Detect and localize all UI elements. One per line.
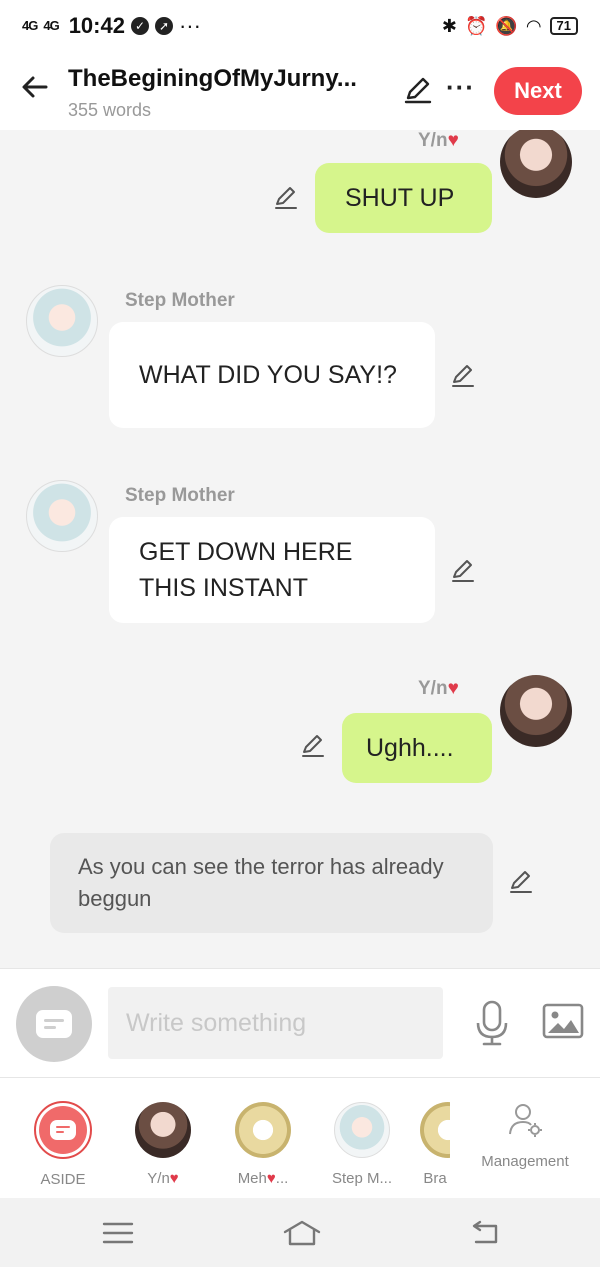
aside-avatar — [34, 1101, 92, 1159]
menu-icon[interactable] — [100, 1218, 136, 1248]
pencil-icon[interactable] — [449, 557, 477, 585]
character-label: Meh♥... — [237, 1170, 289, 1187]
pencil-icon[interactable] — [449, 362, 477, 390]
heart-icon: ♥ — [266, 1170, 276, 1187]
message-bubble[interactable]: Ughh.... — [342, 713, 492, 783]
system-nav-bar — [0, 1198, 600, 1267]
pencil-icon[interactable] — [272, 184, 300, 212]
pencil-icon[interactable] — [299, 732, 327, 760]
character-aside[interactable]: ASIDE — [23, 1098, 103, 1188]
management-button[interactable]: Management — [470, 1100, 580, 1170]
avatar[interactable] — [500, 675, 572, 747]
character-label: Step M... — [331, 1170, 393, 1187]
avatar — [334, 1102, 390, 1158]
check-icon: ✓ — [130, 17, 149, 35]
next-button[interactable]: Next — [494, 67, 582, 115]
pencil-icon[interactable] — [507, 868, 535, 896]
message-bubble[interactable]: WHAT DID YOU SAY!? — [109, 322, 435, 428]
word-count: 355 words — [68, 100, 152, 120]
management-label: Management — [481, 1153, 569, 1170]
avatar[interactable] — [500, 130, 572, 198]
arrow-left-icon[interactable] — [20, 72, 50, 110]
heart-icon: ♥ — [169, 1170, 179, 1187]
image-icon[interactable] — [542, 1003, 584, 1039]
aside-toggle-button[interactable] — [16, 986, 92, 1062]
pencil-icon[interactable] — [402, 74, 434, 106]
clock-time: 10:42 — [68, 13, 125, 38]
home-icon[interactable] — [282, 1218, 321, 1248]
heart-icon: ♥ — [447, 130, 459, 151]
signal-icon: 4G — [22, 18, 38, 33]
compose-bar — [0, 968, 600, 1078]
signal-icon: 4G — [43, 18, 59, 33]
character-bra[interactable]: Bra — [420, 1098, 450, 1187]
status-bar: 4G 4G 10:42 ✓ ➚ ··· ✱ ⏰ 🔕 ◠ 71 — [0, 0, 600, 52]
character-yn[interactable]: Y/n♥ — [123, 1098, 203, 1187]
avatar — [235, 1102, 291, 1158]
character-step-mother[interactable]: Step M... — [322, 1098, 402, 1187]
character-bar: ASIDE Y/n♥ Meh♥... Step M... Bra Managem… — [0, 1078, 600, 1198]
avatar — [420, 1102, 450, 1158]
message-bubble[interactable]: GET DOWN HERE THIS INSTANT — [109, 517, 435, 623]
speaker-name: Step Mother — [125, 485, 235, 506]
bluetooth-icon: ✱ — [441, 15, 457, 36]
heart-icon: ♥ — [447, 678, 459, 699]
message-icon — [50, 1120, 76, 1140]
message-bubble[interactable]: SHUT UP — [315, 163, 492, 233]
more-notifications-icon: ··· — [178, 13, 201, 38]
header: TheBeginingOfMyJurny... 355 words ··· Ne… — [0, 52, 600, 130]
avatar[interactable] — [26, 285, 98, 357]
microphone-icon[interactable] — [472, 999, 512, 1047]
chat-area[interactable]: Y/n♥ SHUT UP Step Mother WHAT DID YOU SA… — [0, 130, 600, 968]
character-label: Bra — [423, 1170, 447, 1187]
write-input[interactable] — [108, 987, 443, 1059]
battery-icon: 71 — [549, 17, 578, 35]
alarm-icon: ⏰ — [464, 15, 488, 36]
message-icon — [36, 1010, 72, 1038]
back-icon[interactable] — [466, 1218, 502, 1248]
speaker-name: Y/n♥ — [418, 678, 459, 699]
speaker-name: Y/n♥ — [418, 130, 459, 151]
story-title: TheBeginingOfMyJurny... — [68, 65, 357, 92]
character-label: ASIDE — [40, 1171, 86, 1188]
wifi-icon: ◠ — [525, 15, 542, 36]
aside-bubble[interactable]: As you can see the terror has already be… — [50, 833, 493, 933]
avatar[interactable] — [26, 480, 98, 552]
character-meh[interactable]: Meh♥... — [223, 1098, 303, 1187]
more-options-button[interactable]: ··· — [446, 72, 475, 103]
user-settings-icon — [509, 1104, 542, 1137]
speaker-name: Step Mother — [125, 290, 235, 311]
avatar — [135, 1102, 191, 1158]
compass-icon: ➚ — [154, 17, 173, 35]
character-label: Y/n♥ — [147, 1170, 179, 1187]
mute-icon: 🔕 — [495, 15, 518, 36]
